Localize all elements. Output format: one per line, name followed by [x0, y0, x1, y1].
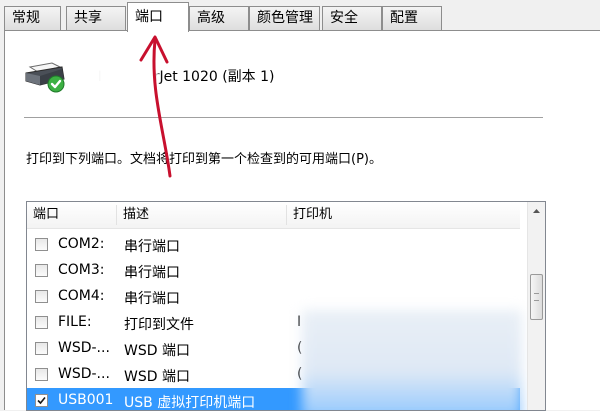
port-checkbox[interactable] [35, 342, 48, 355]
port-desc: USB 虚拟打印机端口 [124, 395, 256, 411]
tab-ports[interactable]: 端口 [127, 2, 189, 32]
chevron-up-icon [533, 209, 540, 213]
tab-label: 共享 [74, 10, 102, 26]
port-desc: WSD 端口 [124, 343, 190, 359]
tab-security[interactable]: 安全 [322, 6, 382, 30]
tab-label: 颜色管理 [257, 10, 313, 26]
port-name: COM4: [58, 288, 105, 304]
port-description: 打印到下列端口。文档将打印到第一个检查到的可用端口(P)。 [26, 152, 382, 167]
port-list[interactable]: 端口 描述 打印机 COM2: 串行端口 COM3: 串行端口 COM4: 串行… [26, 201, 546, 411]
column-header-description[interactable]: 描述 [117, 202, 287, 228]
port-checkbox[interactable] [35, 238, 48, 251]
port-row[interactable]: COM2: 串行端口 [27, 232, 520, 258]
redaction-blur [302, 310, 522, 410]
port-checkbox[interactable] [35, 316, 48, 329]
tab-label: 配置 [390, 10, 418, 26]
scroll-up-button[interactable] [529, 202, 544, 219]
port-name: USB001 [58, 392, 114, 408]
port-name: COM3: [58, 262, 105, 278]
redaction-blur [96, 64, 158, 86]
port-name: WSD-... [58, 340, 110, 356]
port-checkbox[interactable] [35, 264, 48, 277]
port-name: FILE: [58, 314, 92, 330]
port-name: COM2: [58, 236, 105, 252]
tab-strip: 常规 共享 端口 高级 颜色管理 安全 配置 [0, 0, 600, 32]
column-header-printer[interactable]: 打印机 [287, 202, 519, 228]
port-row[interactable]: COM4: 串行端口 [27, 284, 520, 310]
tab-label: 高级 [197, 10, 225, 26]
port-checkbox[interactable] [35, 290, 48, 303]
column-header-port[interactable]: 端口 [27, 202, 117, 228]
port-desc: 串行端口 [124, 291, 180, 307]
port-checkbox[interactable] [35, 368, 48, 381]
tab-label: 端口 [135, 9, 163, 25]
separator [24, 117, 543, 118]
port-desc: 打印到文件 [124, 317, 194, 333]
port-printer: I [297, 314, 302, 330]
port-desc: WSD 端口 [124, 369, 190, 385]
port-checkbox-checked[interactable] [35, 394, 48, 407]
port-list-header: 端口 描述 打印机 [27, 202, 520, 229]
tab-label: 安全 [330, 10, 358, 26]
tab-label: 常规 [12, 10, 40, 26]
printer-icon [25, 62, 65, 93]
scroll-thumb[interactable] [530, 274, 543, 320]
tab-general[interactable]: 常规 [4, 6, 61, 30]
tab-configuration[interactable]: 配置 [382, 6, 442, 30]
port-desc: 串行端口 [124, 239, 180, 255]
port-row[interactable]: COM3: 串行端口 [27, 258, 520, 284]
tab-advanced[interactable]: 高级 [189, 6, 249, 30]
port-name: WSD-... [58, 366, 110, 382]
tab-color-management[interactable]: 颜色管理 [249, 6, 320, 30]
port-desc: 串行端口 [124, 265, 180, 281]
tab-sharing[interactable]: 共享 [66, 6, 126, 30]
vertical-scrollbar[interactable] [527, 202, 545, 410]
checkmark-icon [37, 396, 46, 405]
